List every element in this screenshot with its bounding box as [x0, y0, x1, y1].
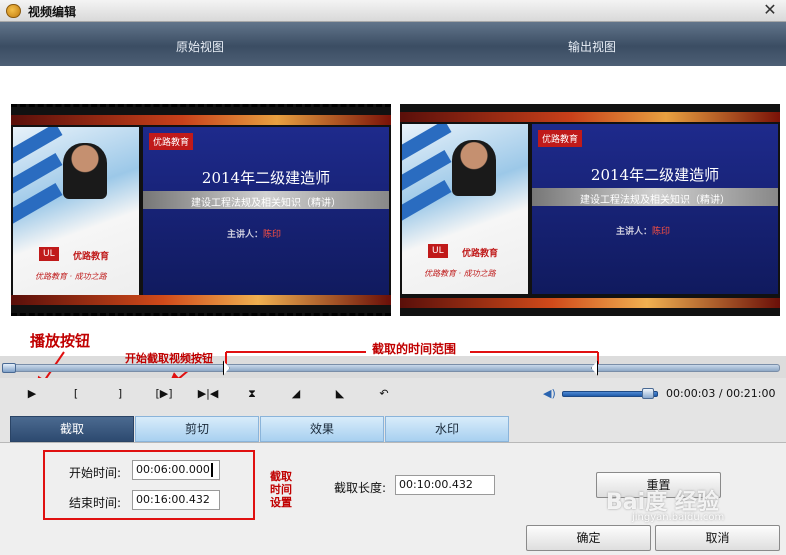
play-selection-icon[interactable]: [▶]	[150, 385, 178, 403]
playback-controls: ▶ [ ] [▶] ▶|◀ ⧗ ◢ ◣ ↶ ◀) 00:00:03 / 00:2…	[0, 378, 786, 412]
end-time-field[interactable]: 00:16:00.432	[132, 490, 220, 510]
undo-icon[interactable]: ↶	[374, 385, 394, 403]
playhead-handle[interactable]	[2, 363, 16, 373]
speaker-icon[interactable]: ◀)	[543, 388, 557, 400]
cancel-button[interactable]: 取消	[655, 525, 780, 551]
volume-knob[interactable]	[642, 388, 655, 399]
hourglass-icon[interactable]: ⧗	[242, 385, 262, 403]
rotate-right-icon[interactable]: ◣	[330, 385, 350, 403]
time-readout: 00:00:03 / 00:21:00	[666, 387, 776, 400]
mark-out-icon[interactable]: ]	[110, 385, 130, 403]
start-time-value: 00:06:00.000	[136, 463, 210, 476]
tab-bar: 截取 剪切 效果 水印	[0, 412, 786, 442]
start-time-field[interactable]: 00:06:00.000	[132, 460, 220, 480]
play-icon[interactable]: ▶	[22, 385, 42, 403]
clip-range-annotation: 截取的时间范围	[372, 342, 457, 356]
play-button-annotation: 播放按钮	[30, 332, 91, 350]
mark-in-icon[interactable]: [	[66, 385, 86, 403]
tab-watermark[interactable]: 水印	[385, 416, 509, 442]
tab-effects[interactable]: 效果	[260, 416, 384, 442]
clip-length-label: 截取长度:	[334, 481, 387, 495]
clip-setting-annotation: 截取时间设置	[270, 470, 292, 509]
clip-length-field[interactable]: 00:10:00.432	[395, 475, 495, 495]
text-caret	[210, 463, 213, 477]
tab-clip[interactable]: 截取	[10, 416, 134, 442]
timeline-track[interactable]	[10, 364, 780, 372]
end-time-label: 结束时间:	[69, 496, 122, 510]
rotate-left-icon[interactable]: ◢	[286, 385, 306, 403]
tab-cut[interactable]: 剪切	[135, 416, 259, 442]
start-time-label: 开始时间:	[69, 466, 122, 480]
baidu-watermark-url: jingyan.baidu.com	[632, 512, 725, 523]
jump-to-start-icon[interactable]: ▶|◀	[194, 385, 222, 403]
ok-button[interactable]: 确定	[526, 525, 651, 551]
